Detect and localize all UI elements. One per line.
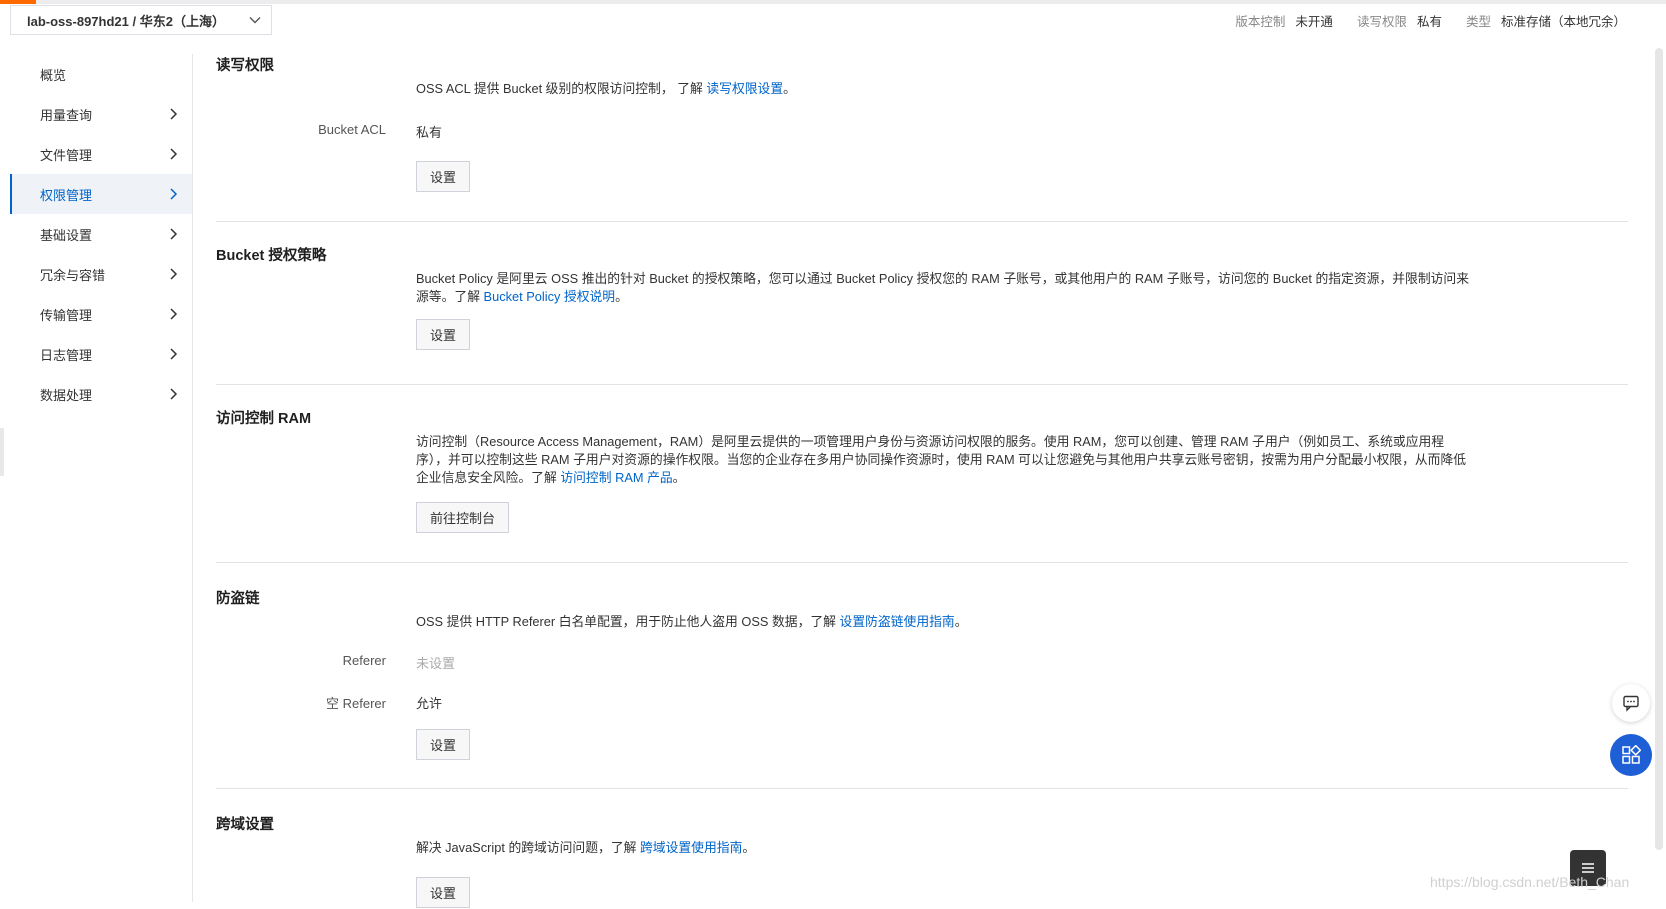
description-end: 。 <box>742 840 756 855</box>
description-text: OSS 提供 HTTP Referer 白名单配置，用于防止他人盗用 OSS 数… <box>416 614 840 629</box>
page-scrollbar[interactable] <box>1655 48 1663 850</box>
chevron-right-icon <box>170 228 178 240</box>
section-description: OSS 提供 HTTP Referer 白名单配置，用于防止他人盗用 OSS 数… <box>416 613 1471 631</box>
feedback-chat-button[interactable] <box>1612 684 1650 722</box>
cors-settings-button[interactable]: 设置 <box>416 877 471 908</box>
sidebar: 概览 用量查询 文件管理 权限管理 基础设置 冗余与容错 传输管理 日志管理 数… <box>0 54 193 902</box>
meta-value-type: 标准存储（本地冗余） <box>1500 15 1626 29</box>
referer-guide-link[interactable]: 设置防盗链使用指南 <box>840 614 955 629</box>
meta-key-versioning: 版本控制 <box>1235 15 1286 29</box>
sidebar-item-label: 用量查询 <box>40 107 93 123</box>
section-description: 访问控制（Resource Access Management，RAM）是阿里云… <box>416 433 1471 487</box>
main-content: 读写权限 OSS ACL 提供 Bucket 级别的权限访问控制， 了解 读写权… <box>216 46 1628 909</box>
sidebar-item-label: 文件管理 <box>40 147 93 163</box>
acl-settings-button[interactable]: 设置 <box>416 161 471 192</box>
description-end: 。 <box>672 470 686 485</box>
referer-value: 未设置 <box>416 656 456 671</box>
chevron-right-icon <box>170 148 178 160</box>
meta-key-acl: 读写权限 <box>1356 15 1407 29</box>
referer-settings-button[interactable]: 设置 <box>416 729 471 760</box>
description-end: 。 <box>954 614 968 629</box>
sidebar-collapse-tab[interactable] <box>0 428 4 476</box>
acl-guide-link[interactable]: 读写权限设置 <box>706 81 783 96</box>
quick-apps-button[interactable] <box>1610 734 1652 776</box>
referer-label: Referer <box>342 653 386 668</box>
sidebar-item-label: 概览 <box>40 67 67 83</box>
section-title: 访问控制 RAM <box>216 411 312 427</box>
sidebar-item-data-processing[interactable]: 数据处理 <box>10 374 192 414</box>
sidebar-item-permissions[interactable]: 权限管理 <box>10 174 192 214</box>
section-title: Bucket 授权策略 <box>216 248 327 264</box>
chat-icon <box>1623 695 1639 712</box>
chevron-right-icon <box>170 268 178 280</box>
section-title: 读写权限 <box>216 58 274 74</box>
section-title: 跨域设置 <box>216 817 274 833</box>
description-end: 。 <box>783 81 796 96</box>
bucket-acl-value: 私有 <box>416 125 443 140</box>
section-title: 防盗链 <box>216 591 260 607</box>
chevron-right-icon <box>170 348 178 360</box>
meta-value-versioning: 未开通 <box>1295 15 1333 29</box>
top-border <box>36 0 1666 4</box>
chevron-right-icon <box>170 308 178 320</box>
empty-referer-label: 空 Referer <box>326 696 386 711</box>
sidebar-item-label: 数据处理 <box>40 387 93 403</box>
sidebar-item-files[interactable]: 文件管理 <box>10 134 192 174</box>
sidebar-item-label: 冗余与容错 <box>40 267 106 283</box>
section-description: Bucket Policy 是阿里云 OSS 推出的针对 Bucket 的授权策… <box>416 270 1471 306</box>
description-text: OSS ACL 提供 Bucket 级别的权限访问控制， 了解 <box>416 81 707 96</box>
section-ram: 访问控制 RAM 访问控制（Resource Access Management… <box>216 385 1628 563</box>
chevron-right-icon <box>170 388 178 400</box>
sidebar-item-logs[interactable]: 日志管理 <box>10 334 192 374</box>
sidebar-item-transfer[interactable]: 传输管理 <box>10 294 192 334</box>
open-console-button[interactable]: 前往控制台 <box>416 502 510 533</box>
bucket-selector-label: lab-oss-897hd21 / 华东2（上海） <box>27 13 225 29</box>
chevron-right-icon <box>170 108 178 120</box>
policy-guide-link[interactable]: Bucket Policy 授权说明 <box>484 289 616 304</box>
sidebar-item-label: 传输管理 <box>40 307 93 323</box>
chevron-down-icon <box>249 17 261 24</box>
bucket-meta: 版本控制 未开通 读写权限 私有 类型 标准存储（本地冗余） <box>1235 11 1626 30</box>
sidebar-item-label: 权限管理 <box>40 187 93 203</box>
sidebar-item-redundancy[interactable]: 冗余与容错 <box>10 254 192 294</box>
sidebar-item-basic-settings[interactable]: 基础设置 <box>10 214 192 254</box>
ram-product-link[interactable]: 访问控制 RAM 产品 <box>560 470 672 485</box>
sidebar-item-usage[interactable]: 用量查询 <box>10 94 192 134</box>
sidebar-item-label: 基础设置 <box>40 227 93 243</box>
section-cors: 跨域设置 解决 JavaScript 的跨域访问问题，了解 跨域设置使用指南。 … <box>216 789 1628 909</box>
policy-settings-button[interactable]: 设置 <box>416 319 471 350</box>
meta-value-acl: 私有 <box>1416 15 1442 29</box>
chevron-right-icon <box>170 188 178 200</box>
watermark-text: https://blog.csdn.net/Beth_Chan <box>1430 874 1630 890</box>
meta-key-type: 类型 <box>1465 15 1491 29</box>
brand-accent-bar <box>0 0 36 4</box>
description-end: 。 <box>615 289 628 304</box>
sidebar-item-label: 日志管理 <box>40 347 93 363</box>
section-description: OSS ACL 提供 Bucket 级别的权限访问控制， 了解 读写权限设置。 <box>416 80 1471 98</box>
section-description: 解决 JavaScript 的跨域访问问题，了解 跨域设置使用指南。 <box>416 839 1471 857</box>
description-text: 解决 JavaScript 的跨域访问问题，了解 <box>416 840 640 855</box>
empty-referer-value: 允许 <box>416 696 443 711</box>
section-acl: 读写权限 OSS ACL 提供 Bucket 级别的权限访问控制， 了解 读写权… <box>216 46 1628 222</box>
bucket-selector[interactable]: lab-oss-897hd21 / 华东2（上海） <box>10 5 272 35</box>
sidebar-item-overview[interactable]: 概览 <box>10 54 192 94</box>
section-referer: 防盗链 OSS 提供 HTTP Referer 白名单配置，用于防止他人盗用 O… <box>216 563 1628 789</box>
cors-guide-link[interactable]: 跨域设置使用指南 <box>640 840 742 855</box>
section-bucket-policy: Bucket 授权策略 Bucket Policy 是阿里云 OSS 推出的针对… <box>216 222 1628 385</box>
bucket-acl-label: Bucket ACL <box>318 122 386 137</box>
apps-grid-icon <box>1622 745 1641 764</box>
